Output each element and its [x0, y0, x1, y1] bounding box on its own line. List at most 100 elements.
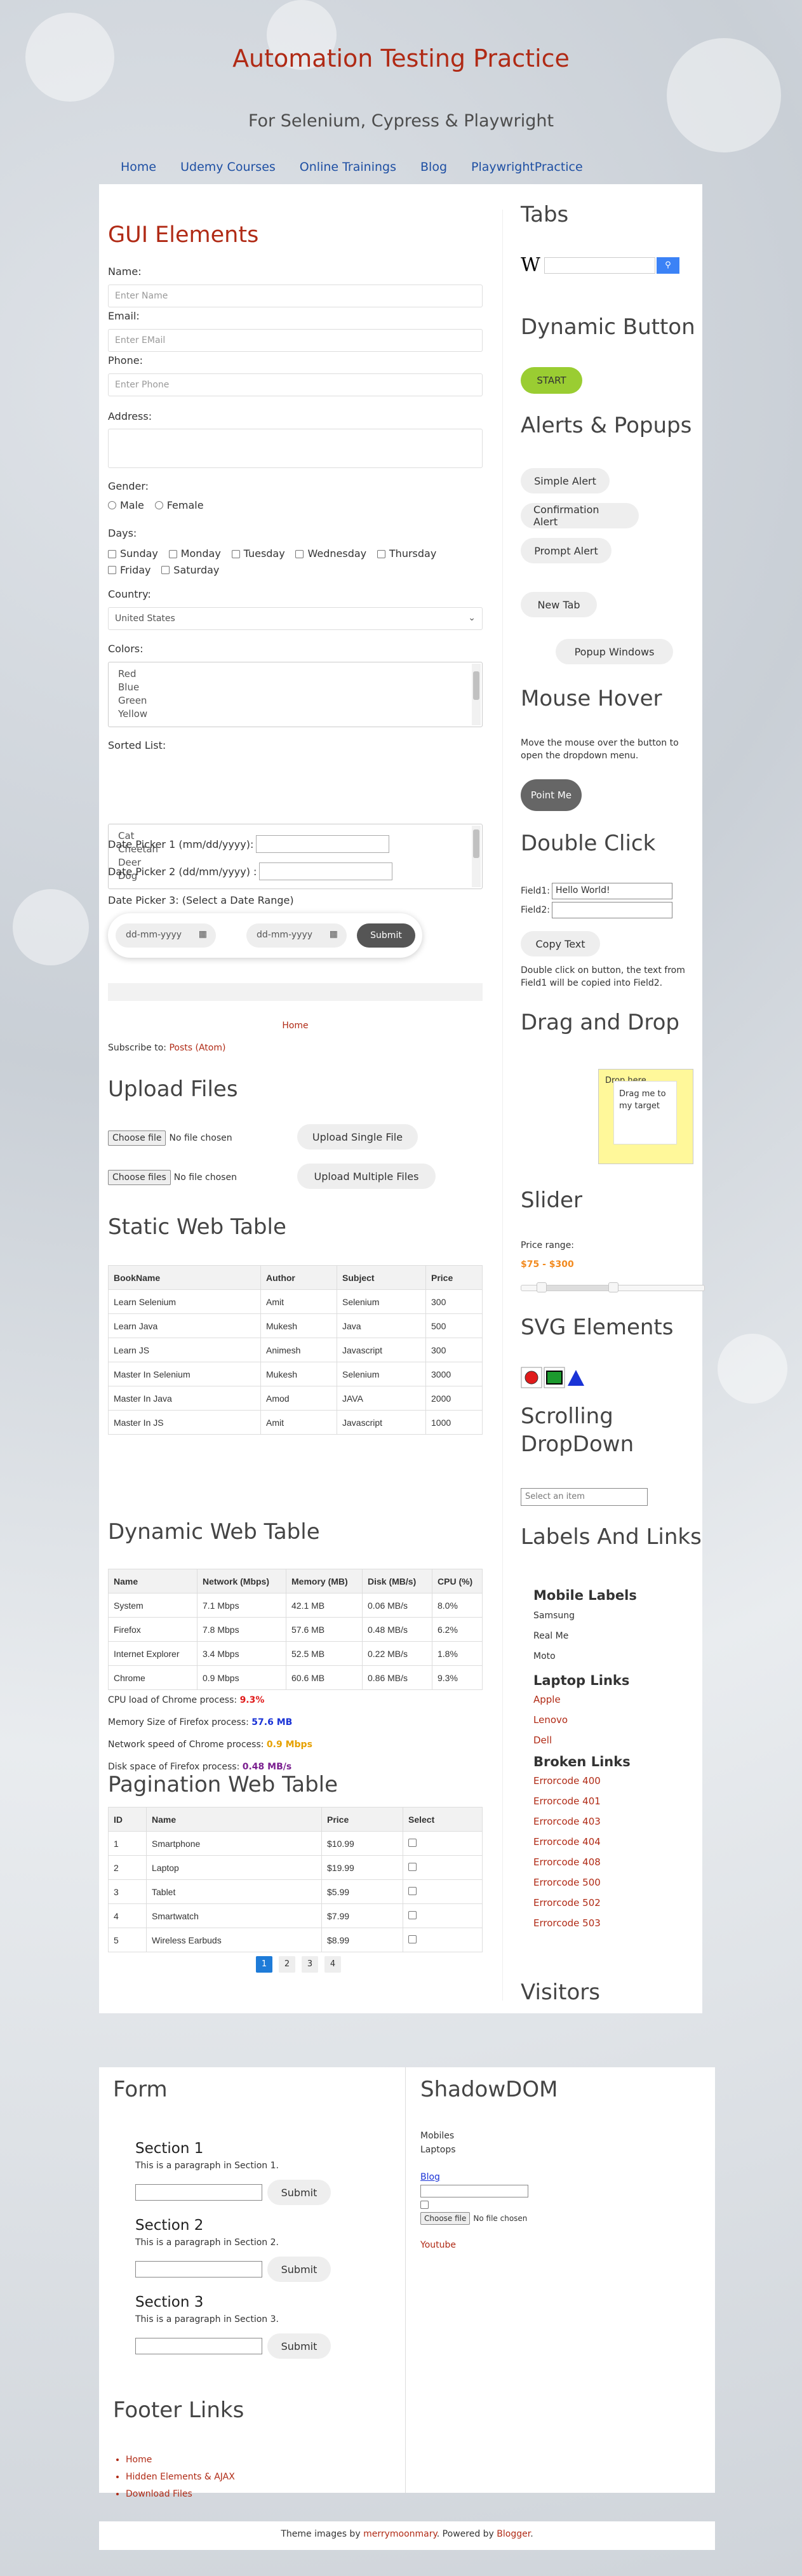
end-date-input[interactable]: dd-mm-yyyy ▦ [246, 923, 347, 948]
subscribe-link[interactable]: Posts (Atom) [169, 1043, 225, 1053]
slider-handle-min[interactable] [536, 1282, 547, 1292]
shadow-blog-link[interactable]: Blog [420, 2172, 440, 2182]
draggable-box[interactable]: Drag me to my target [613, 1081, 677, 1144]
footer-link-hidden-elements[interactable]: Hidden Elements & AJAX [126, 2472, 235, 2482]
confirmation-alert-button[interactable]: Confirmation Alert [521, 503, 639, 528]
field2-input[interactable] [551, 902, 672, 918]
new-tab-button[interactable]: New Tab [521, 592, 597, 617]
copy-text-button[interactable]: Copy Text [521, 931, 600, 956]
choose-file-button[interactable]: Choose file [108, 1130, 166, 1146]
page-button-2[interactable]: 2 [279, 1956, 295, 1973]
wikipedia-search-input[interactable] [544, 257, 655, 274]
phone-input[interactable]: Enter Phone [108, 373, 483, 396]
row-select-checkbox[interactable] [408, 1935, 417, 1943]
page-button-1[interactable]: 1 [256, 1956, 272, 1973]
page-button-4[interactable]: 4 [324, 1956, 341, 1973]
nav-home[interactable]: Home [121, 160, 156, 174]
start-date-input[interactable]: dd-mm-yyyy ▦ [116, 923, 216, 948]
list-item[interactable]: Red [118, 667, 472, 681]
svg-rectangle[interactable] [546, 1371, 563, 1385]
broken-link[interactable]: Errorcode 408 [533, 1852, 637, 1872]
checkbox[interactable] [168, 549, 177, 558]
section-submit-button[interactable]: Submit [267, 2333, 331, 2359]
scrollbar-thumb[interactable] [473, 829, 479, 858]
day-sunday[interactable]: Sunday [108, 546, 158, 561]
scrolling-dropdown-input[interactable]: Select an item [521, 1488, 648, 1506]
day-saturday[interactable]: Saturday [161, 563, 219, 578]
checkbox[interactable] [161, 566, 170, 574]
day-tuesday[interactable]: Tuesday [231, 546, 285, 561]
site-title[interactable]: Automation Testing Practice [0, 44, 802, 72]
country-select[interactable]: United States ⌄ [108, 607, 483, 630]
date-range-submit-button[interactable]: Submit [357, 923, 415, 948]
home-link[interactable]: Home [282, 1021, 308, 1031]
row-select-checkbox[interactable] [408, 1862, 417, 1871]
checkbox[interactable] [108, 549, 116, 558]
broken-link[interactable]: Errorcode 503 [533, 1913, 637, 1933]
calendar-icon[interactable]: ▦ [199, 929, 207, 939]
footer-link-home[interactable]: Home [126, 2455, 152, 2465]
section-input[interactable] [135, 2184, 262, 2201]
radio-female[interactable] [154, 501, 163, 509]
checkbox[interactable] [295, 549, 304, 558]
list-item[interactable]: Yellow [118, 708, 472, 721]
row-select-checkbox[interactable] [408, 1886, 417, 1895]
section-submit-button[interactable]: Submit [267, 2180, 331, 2205]
prompt-alert-button[interactable]: Prompt Alert [521, 538, 612, 563]
name-input[interactable]: Enter Name [108, 285, 483, 307]
simple-alert-button[interactable]: Simple Alert [521, 468, 610, 493]
address-textarea[interactable] [108, 429, 483, 468]
day-wednesday[interactable]: Wednesday [295, 546, 366, 561]
shadow-choose-file-button[interactable]: Choose file [420, 2212, 471, 2225]
upload-multiple-button[interactable]: Upload Multiple Files [297, 1164, 436, 1189]
theme-author-link[interactable]: merrymoonmary [363, 2529, 437, 2539]
price-slider[interactable] [521, 1282, 705, 1292]
broken-link[interactable]: Errorcode 401 [533, 1791, 637, 1811]
section-input[interactable] [135, 2338, 262, 2354]
colors-listbox[interactable]: Red Blue Green Yellow [108, 662, 483, 727]
broken-link[interactable]: Errorcode 502 [533, 1893, 637, 1913]
day-thursday[interactable]: Thursday [377, 546, 436, 561]
radio-male[interactable] [108, 501, 116, 509]
gender-female[interactable]: Female [154, 499, 204, 511]
slider-handle-max[interactable] [608, 1282, 618, 1292]
scrollbar-thumb[interactable] [473, 671, 479, 700]
checkbox[interactable] [231, 549, 240, 558]
row-select-checkbox[interactable] [408, 1910, 417, 1919]
search-icon[interactable]: ⚲ [656, 257, 679, 274]
nav-udemy-courses[interactable]: Udemy Courses [180, 160, 276, 174]
email-input[interactable]: Enter EMail [108, 329, 483, 352]
laptop-link[interactable]: Apple [533, 1689, 637, 1710]
nav-blog[interactable]: Blog [420, 160, 447, 174]
broken-link[interactable]: Errorcode 500 [533, 1872, 637, 1893]
laptop-link[interactable]: Lenovo [533, 1710, 637, 1730]
choose-files-button[interactable]: Choose files [108, 1170, 171, 1185]
broken-link[interactable]: Errorcode 400 [533, 1771, 637, 1791]
section-submit-button[interactable]: Submit [267, 2257, 331, 2282]
nav-playwright-practice[interactable]: PlaywrightPractice [471, 160, 583, 174]
nav-online-trainings[interactable]: Online Trainings [300, 160, 396, 174]
gender-male[interactable]: Male [108, 499, 144, 511]
point-me-button[interactable]: Point Me [521, 779, 582, 811]
popup-windows-button[interactable]: Popup Windows [556, 639, 673, 664]
datepicker1-input[interactable] [256, 835, 390, 853]
list-item[interactable]: Green [118, 694, 472, 708]
youtube-link[interactable]: Youtube [420, 2240, 456, 2250]
blogger-link[interactable]: Blogger [497, 2529, 530, 2539]
day-friday[interactable]: Friday [108, 563, 151, 578]
page-button-3[interactable]: 3 [302, 1956, 318, 1973]
list-item[interactable]: Blue [118, 681, 472, 694]
laptop-link[interactable]: Dell [533, 1730, 637, 1750]
shadow-checkbox[interactable] [420, 2201, 429, 2209]
svg-triangle[interactable] [568, 1370, 584, 1386]
upload-single-button[interactable]: Upload Single File [297, 1124, 418, 1150]
datepicker2-input[interactable] [259, 862, 393, 880]
checkbox[interactable] [377, 549, 385, 558]
field1-input[interactable]: Hello World! [551, 883, 672, 899]
checkbox[interactable] [108, 566, 116, 574]
footer-link-download-files[interactable]: Download Files [126, 2489, 192, 2499]
broken-link[interactable]: Errorcode 403 [533, 1811, 637, 1832]
day-monday[interactable]: Monday [168, 546, 221, 561]
start-button[interactable]: START [521, 367, 582, 394]
shadow-text-input[interactable] [420, 2185, 528, 2197]
